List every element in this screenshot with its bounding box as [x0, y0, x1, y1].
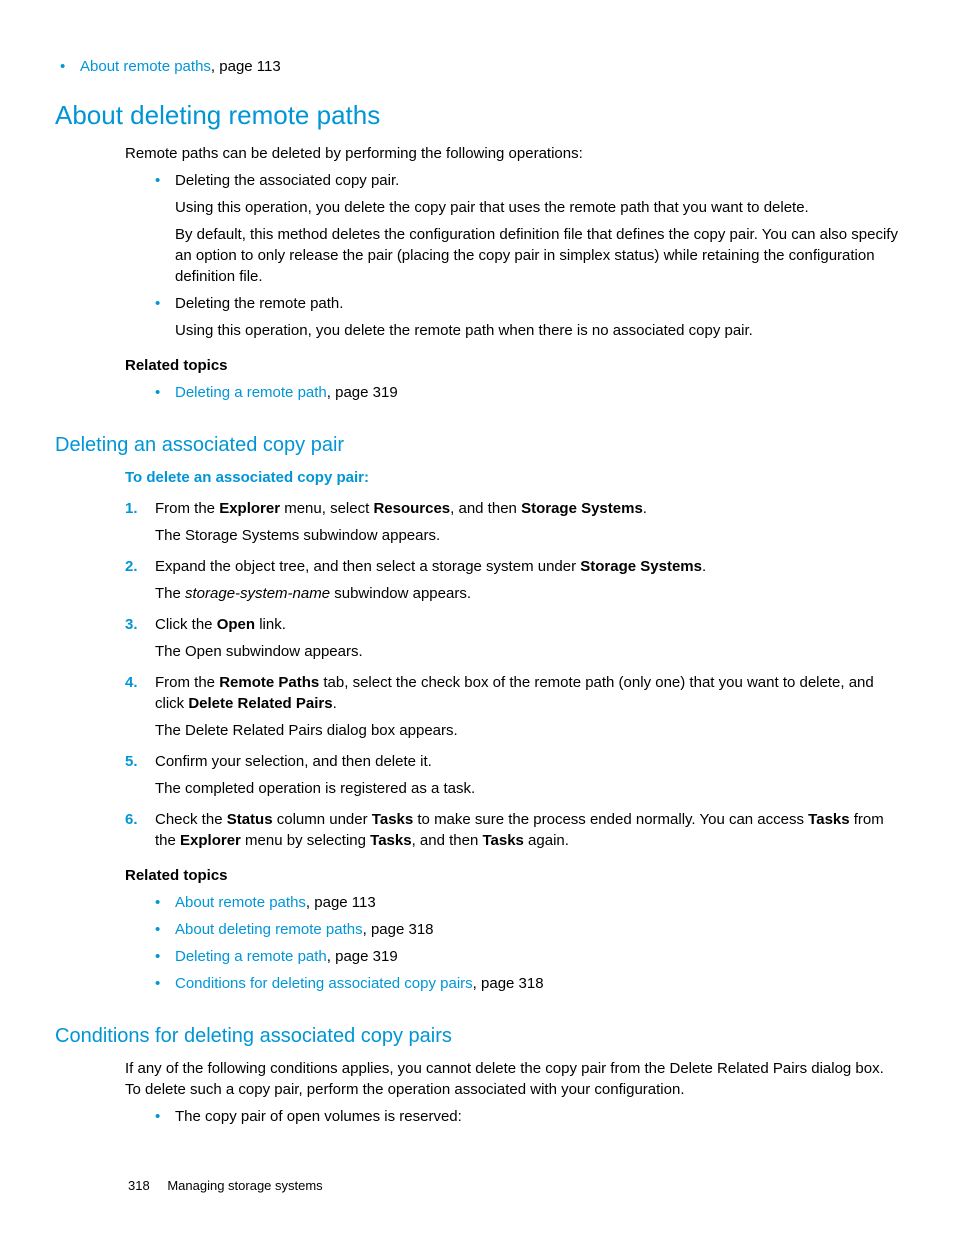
heading-about-deleting-remote-paths: About deleting remote paths [55, 97, 899, 133]
related-list: Deleting a remote path, page 319 [150, 382, 899, 403]
text: menu by selecting [241, 832, 370, 849]
text: From the [155, 674, 219, 691]
step: 1. From the Explorer menu, select Resour… [125, 498, 899, 546]
ui-term: Remote Paths [219, 674, 319, 691]
text: link. [255, 616, 286, 633]
ui-term: Resources [373, 500, 450, 517]
intro-text: Remote paths can be deleted by performin… [125, 143, 899, 164]
text: again. [524, 832, 569, 849]
ui-term: Explorer [180, 832, 241, 849]
footer-title: Managing storage systems [167, 1178, 322, 1193]
link-conditions-deleting-pairs[interactable]: Conditions for deleting associated copy … [175, 975, 473, 992]
step-number: 6. [125, 809, 138, 830]
link-about-remote-paths[interactable]: About remote paths [175, 894, 306, 911]
ui-term: Status [227, 811, 273, 828]
step-result: The storage-system-name subwindow appear… [155, 583, 899, 604]
text: , page 318 [473, 975, 544, 992]
conditions-list: The copy pair of open volumes is reserve… [150, 1106, 899, 1127]
text: The copy pair of open volumes is reserve… [175, 1108, 462, 1125]
procedure-steps: 1. From the Explorer menu, select Resour… [125, 498, 899, 851]
step: 6. Check the Status column under Tasks t… [125, 809, 899, 851]
link-about-remote-paths[interactable]: About remote paths [80, 58, 211, 75]
step-number: 3. [125, 614, 138, 635]
procedure-heading: To delete an associated copy pair: [125, 467, 899, 488]
op-para: Using this operation, you delete the cop… [175, 197, 899, 218]
text: Expand the object tree, and then select … [155, 558, 580, 575]
text: Confirm your selection, and then delete … [155, 753, 432, 770]
text: menu, select [280, 500, 373, 517]
list-item: Deleting the associated copy pair. Using… [150, 170, 899, 287]
text: , and then [450, 500, 521, 517]
list-item: About remote paths, page 113 [150, 892, 899, 913]
list-item: About deleting remote paths, page 318 [150, 919, 899, 940]
ui-term: Tasks [370, 832, 411, 849]
ui-term: Delete Related Pairs [188, 695, 332, 712]
op-title: Deleting the remote path. [175, 293, 899, 314]
link-about-deleting-remote-paths[interactable]: About deleting remote paths [175, 921, 363, 938]
text: . [643, 500, 647, 517]
list-item: Conditions for deleting associated copy … [150, 973, 899, 994]
text: column under [273, 811, 372, 828]
text: , page 319 [327, 948, 398, 965]
step-result: The completed operation is registered as… [155, 778, 899, 799]
text: From the [155, 500, 219, 517]
list-item: Deleting the remote path. Using this ope… [150, 293, 899, 341]
related-topics-heading: Related topics [125, 355, 899, 376]
list-item: The copy pair of open volumes is reserve… [150, 1106, 899, 1127]
ui-term: Tasks [372, 811, 413, 828]
operations-list: Deleting the associated copy pair. Using… [150, 170, 899, 341]
link-deleting-remote-path[interactable]: Deleting a remote path [175, 948, 327, 965]
text: . [702, 558, 706, 575]
text: , page 318 [363, 921, 434, 938]
heading-deleting-associated-copy-pair: Deleting an associated copy pair [55, 431, 899, 459]
top-related-list: About remote paths, page 113 [55, 56, 899, 77]
step: 2. Expand the object tree, and then sele… [125, 556, 899, 604]
step: 3. Click the Open link. The Open subwind… [125, 614, 899, 662]
text: Click the [155, 616, 217, 633]
text: , page 113 [306, 894, 376, 911]
step-number: 5. [125, 751, 138, 772]
ui-term: Storage Systems [580, 558, 702, 575]
ui-term: Open [217, 616, 255, 633]
page-number: 318 [128, 1178, 150, 1193]
heading-conditions-deleting-pairs: Conditions for deleting associated copy … [55, 1022, 899, 1050]
text: Check the [155, 811, 227, 828]
op-para: Using this operation, you delete the rem… [175, 320, 899, 341]
ui-term: Tasks [808, 811, 849, 828]
ui-term: Storage Systems [521, 500, 643, 517]
step-number: 1. [125, 498, 138, 519]
list-item: About remote paths, page 113 [55, 56, 899, 77]
text: subwindow appears. [330, 585, 471, 602]
step: 4. From the Remote Paths tab, select the… [125, 672, 899, 741]
step: 5. Confirm your selection, and then dele… [125, 751, 899, 799]
op-title: Deleting the associated copy pair. [175, 170, 899, 191]
step-number: 2. [125, 556, 138, 577]
link-deleting-remote-path[interactable]: Deleting a remote path [175, 384, 327, 401]
ui-term: Explorer [219, 500, 280, 517]
list-item: Deleting a remote path, page 319 [150, 382, 899, 403]
step-result: The Storage Systems subwindow appears. [155, 525, 899, 546]
text: to make sure the process ended normally.… [413, 811, 808, 828]
op-para: By default, this method deletes the conf… [175, 224, 899, 287]
step-number: 4. [125, 672, 138, 693]
text: , and then [412, 832, 483, 849]
step-result: The Delete Related Pairs dialog box appe… [155, 720, 899, 741]
text: , page 113 [211, 58, 281, 75]
ui-term: Tasks [482, 832, 523, 849]
variable: storage-system-name [185, 585, 330, 602]
conditions-intro: If any of the following conditions appli… [125, 1058, 899, 1100]
related-topics-heading: Related topics [125, 865, 899, 886]
page-footer: 318 Managing storage systems [128, 1177, 323, 1195]
step-result: The Open subwindow appears. [155, 641, 899, 662]
text: , page 319 [327, 384, 398, 401]
text: The [155, 585, 185, 602]
related-list: About remote paths, page 113 About delet… [150, 892, 899, 994]
text: . [333, 695, 337, 712]
list-item: Deleting a remote path, page 319 [150, 946, 899, 967]
page: About remote paths, page 113 About delet… [0, 0, 954, 1235]
